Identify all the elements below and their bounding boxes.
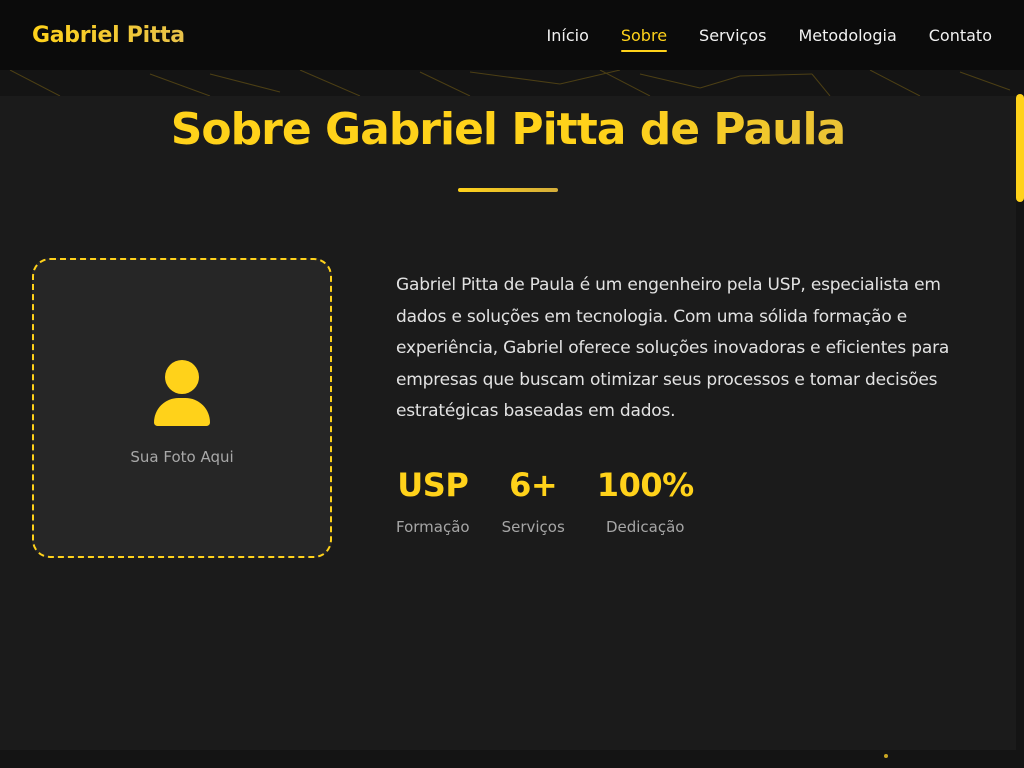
stat-servicos: 6+ Serviços — [502, 466, 565, 536]
nav-link-metodologia[interactable]: Metodologia — [798, 22, 896, 49]
nav-link-inicio[interactable]: Início — [547, 22, 589, 49]
section-title: Sobre Gabriel Pitta de Paula — [0, 104, 1016, 155]
scrollbar-thumb[interactable] — [1016, 94, 1024, 202]
nav-link-servicos[interactable]: Serviços — [699, 22, 766, 49]
photo-placeholder: Sua Foto Aqui — [32, 258, 332, 558]
photo-caption: Sua Foto Aqui — [130, 448, 234, 466]
stat-value: USP — [397, 466, 469, 504]
nav-links: Início Sobre Serviços Metodologia Contat… — [547, 22, 992, 52]
stat-value: 100% — [596, 466, 694, 504]
network-lines-decoration — [9, 70, 1011, 96]
title-underline — [458, 188, 558, 192]
nav-link-sobre[interactable]: Sobre — [620, 22, 668, 52]
brand-logo[interactable]: Gabriel Pitta — [32, 23, 185, 48]
stats: USP Formação 6+ Serviços 100% Dedicação — [396, 466, 694, 536]
stat-formacao: USP Formação — [396, 466, 470, 536]
stat-dedicacao: 100% Dedicação — [597, 466, 694, 536]
user-icon — [152, 360, 212, 426]
stat-label: Dedicação — [605, 518, 685, 536]
stat-label: Serviços — [501, 518, 565, 536]
network-dot-decoration — [884, 754, 888, 758]
stat-label: Formação — [396, 518, 470, 536]
next-section-edge — [0, 750, 1016, 768]
navbar: Gabriel Pitta Início Sobre Serviços Meto… — [0, 0, 1024, 70]
nav-link-contato[interactable]: Contato — [929, 22, 992, 49]
stat-value: 6+ — [509, 466, 558, 504]
about-paragraph: Gabriel Pitta de Paula é um engenheiro p… — [396, 275, 950, 422]
hero-network-background — [0, 70, 1024, 96]
